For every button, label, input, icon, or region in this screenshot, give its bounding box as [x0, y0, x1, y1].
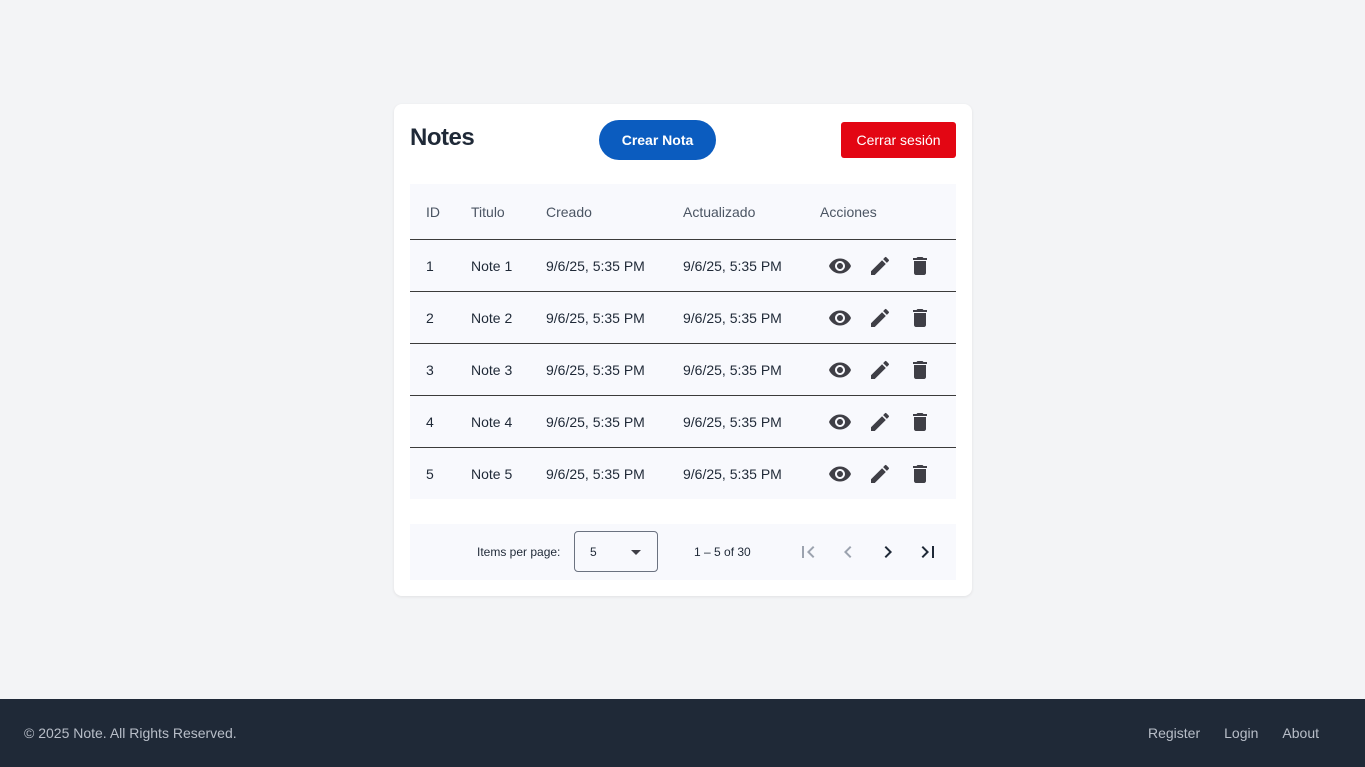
table-body: 1 Note 1 9/6/25, 5:35 PM 9/6/25, 5:35 PM 2 No… — [410, 239, 956, 500]
header-updated: Actualizado — [683, 184, 820, 240]
table-row: 5 Note 5 9/6/25, 5:35 PM 9/6/25, 5:35 PM — [410, 448, 956, 500]
cell-title: Note 1 — [471, 239, 546, 292]
pencil-icon[interactable] — [868, 306, 892, 330]
trash-icon[interactable] — [908, 358, 932, 382]
cell-created: 9/6/25, 5:35 PM — [546, 291, 683, 344]
eye-icon[interactable] — [828, 254, 852, 278]
cell-created: 9/6/25, 5:35 PM — [546, 343, 683, 396]
previous-page-icon[interactable] — [836, 540, 860, 564]
trash-icon[interactable] — [908, 306, 932, 330]
notes-table: ID Titulo Creado Actualizado Acciones 1N… — [410, 184, 956, 499]
header-id: ID — [410, 184, 471, 240]
table-row: 2 Note 2 9/6/25, 5:35 PM 9/6/25, 5:35 PM — [410, 291, 956, 344]
cell-updated: 9/6/25, 5:35 PM — [683, 291, 820, 344]
trash-icon[interactable] — [908, 254, 932, 278]
cell-id: 4 — [410, 395, 471, 448]
eye-icon[interactable] — [828, 462, 852, 486]
notes-table-container: ID Titulo Creado Actualizado Acciones 1N… — [410, 184, 956, 499]
cell-updated: 9/6/25, 5:35 PM — [683, 395, 820, 448]
cell-updated: 9/6/25, 5:35 PM — [683, 465, 782, 482]
table-row: 3 Note 3 9/6/25, 5:35 PM 9/6/25, 5:35 PM — [410, 343, 956, 396]
header-created: Creado — [546, 184, 683, 240]
page-title: Notes — [410, 124, 475, 151]
pencil-icon[interactable] — [868, 410, 892, 434]
header-title: Titulo — [471, 184, 546, 240]
table-row: 1 Note 1 9/6/25, 5:35 PM 9/6/25, 5:35 PM — [410, 239, 956, 292]
cell-title: Note 5 — [471, 465, 513, 482]
table-row: 4 Note 4 9/6/25, 5:35 PM 9/6/25, 5:35 PM — [410, 395, 956, 448]
cell-actions — [820, 448, 956, 500]
create-note-button[interactable]: Crear Nota — [599, 120, 716, 160]
row-actions — [820, 306, 956, 330]
trash-icon[interactable] — [908, 410, 932, 434]
items-per-page-label: Items per page: — [477, 545, 561, 559]
row-actions — [820, 358, 956, 382]
page-range-label: 1 – 5 of 30 — [694, 545, 751, 559]
cell-id: 1 — [410, 239, 471, 292]
last-page-icon[interactable] — [916, 540, 940, 564]
paginator: Items per page: 5 1 – 5 of 30 — [410, 524, 956, 580]
page-size-value: 5 — [590, 545, 597, 559]
footer-nav: Register Login About — [1148, 725, 1319, 741]
next-page-icon[interactable] — [876, 540, 900, 564]
eye-icon[interactable] — [828, 410, 852, 434]
footer-link-register[interactable]: Register — [1148, 725, 1200, 741]
cell-updated: 9/6/25, 5:35 PM — [683, 343, 820, 396]
cell-actions — [820, 291, 956, 344]
footer-link-login[interactable]: Login — [1224, 725, 1258, 741]
cell-created: 9/6/25, 5:35 PM — [546, 465, 645, 482]
cell-created: 9/6/25, 5:35 PM — [546, 239, 683, 292]
cell-created: 9/6/25, 5:35 PM — [546, 395, 683, 448]
eye-icon[interactable] — [828, 306, 852, 330]
page-size-select[interactable]: 5 — [574, 531, 658, 572]
first-page-icon[interactable] — [796, 540, 820, 564]
cell-title: Note 4 — [471, 395, 546, 448]
cell-updated: 9/6/25, 5:35 PM — [683, 239, 820, 292]
trash-icon[interactable] — [908, 462, 932, 486]
cell-actions — [820, 395, 956, 448]
row-actions — [820, 410, 956, 434]
row-actions — [820, 254, 956, 278]
notes-card: Notes Crear Nota Cerrar sesión ID Titulo… — [394, 104, 972, 596]
row-actions — [820, 462, 956, 486]
pencil-icon[interactable] — [868, 254, 892, 278]
header-actions: Acciones — [820, 184, 956, 240]
dropdown-caret-icon — [631, 550, 641, 555]
logout-button[interactable]: Cerrar sesión — [841, 122, 956, 158]
copyright-text: © 2025 Note. All Rights Reserved. — [24, 725, 237, 741]
footer-link-about[interactable]: About — [1282, 725, 1319, 741]
table-header-row: ID Titulo Creado Actualizado Acciones — [410, 184, 956, 240]
cell-title: Note 2 — [471, 291, 546, 344]
page: Notes Crear Nota Cerrar sesión ID Titulo… — [0, 0, 1365, 767]
eye-icon[interactable] — [828, 358, 852, 382]
cell-id: 2 — [410, 291, 471, 344]
pencil-icon[interactable] — [868, 462, 892, 486]
cell-actions — [820, 239, 956, 292]
pencil-icon[interactable] — [868, 358, 892, 382]
cell-actions — [820, 343, 956, 396]
cell-id: 5 — [426, 465, 434, 482]
cell-title: Note 3 — [471, 343, 546, 396]
cell-id: 3 — [410, 343, 471, 396]
footer: © 2025 Note. All Rights Reserved. Regist… — [0, 699, 1365, 767]
